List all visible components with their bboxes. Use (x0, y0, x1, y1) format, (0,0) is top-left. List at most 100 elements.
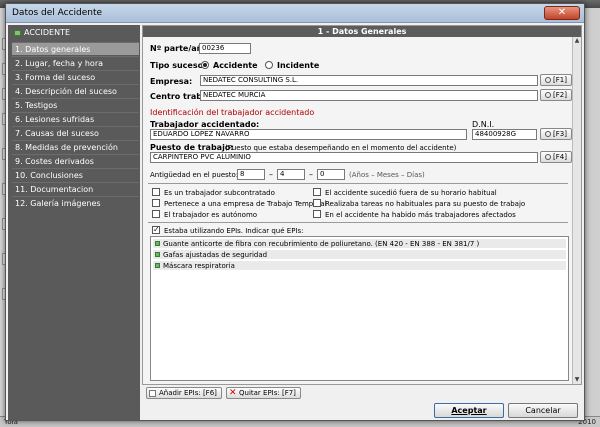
sidebar-item-descripcion-suceso[interactable]: 4. Descripción del suceso (12, 84, 139, 97)
check-autonomo-label: El trabajador es autónomo (164, 211, 258, 219)
separator (148, 183, 568, 184)
sidebar-item-forma-suceso[interactable]: 3. Forma del suceso (12, 70, 139, 83)
epi-bullet-icon (155, 241, 160, 246)
main-panel: 1 - Datos Generales ▲ ▼ Nº parte/año: 00… (142, 25, 582, 385)
centro-input[interactable]: NEDATEC MURCIA (200, 90, 538, 101)
sidebar: ACCIDENTE 1. Datos generales 2. Lugar, f… (8, 25, 140, 420)
search-icon (545, 92, 552, 98)
dialog-titlebar: Datos del Accidente ✕ (6, 4, 584, 23)
check-fuera-horario-label: El accidente sucedió fuera de su horario… (325, 189, 497, 197)
remove-epi-button[interactable]: ✕ Quitar EPIs: [F7] (226, 387, 301, 399)
tipo-suceso-label: Tipo suceso: (150, 61, 207, 70)
accept-label: Aceptar (451, 406, 487, 415)
sidebar-item-causas[interactable]: 7. Causas del suceso (12, 126, 139, 139)
antiguedad-days-input[interactable]: 0 (317, 169, 345, 180)
check-mas-afectados-label: En el accidente ha habido más trabajador… (325, 211, 516, 219)
list-item[interactable]: Guante anticorte de fibra con recubrimie… (153, 239, 566, 249)
radio-accidente-label: Accidente (213, 61, 258, 70)
epi-item-text: Máscara respiratoria (163, 262, 235, 270)
separator (148, 222, 568, 223)
cancel-button[interactable]: Cancelar (508, 403, 578, 418)
antiguedad-label: Antigüedad en el puesto: (150, 171, 239, 179)
antiguedad-hint: (Años – Meses – Días) (349, 171, 425, 179)
empresa-label: Empresa: (150, 77, 193, 86)
epi-item-text: Gafas ajustadas de seguridad (163, 251, 268, 259)
list-item[interactable]: Máscara respiratoria (153, 261, 566, 271)
epi-bullet-icon (155, 252, 160, 257)
check-mas-afectados[interactable] (313, 210, 321, 218)
add-epi-label: Añadir EPIs: [F6] (159, 389, 217, 397)
search-icon (545, 77, 552, 83)
epi-item-text: Guante anticorte de fibra con recubrimie… (163, 240, 480, 248)
section-title: 1 - Datos Generales (143, 26, 581, 37)
check-ett[interactable] (152, 199, 160, 207)
add-epi-button[interactable]: Añadir EPIs: [F6] (146, 387, 222, 399)
sidebar-item-lugar-fecha-hora[interactable]: 2. Lugar, fecha y hora (12, 56, 139, 69)
antiguedad-dash-1: – (269, 170, 273, 179)
puesto-search-label: [F4] (553, 153, 567, 161)
sidebar-item-conclusiones[interactable]: 10. Conclusiones (12, 168, 139, 181)
sidebar-item-lesiones[interactable]: 6. Lesiones sufridas (12, 112, 139, 125)
close-icon: ✕ (557, 7, 567, 18)
puesto-search-button[interactable]: [F4] (540, 151, 572, 163)
antiguedad-months-input[interactable]: 4 (277, 169, 305, 180)
radio-incidente-label: Incidente (277, 61, 320, 70)
centro-label: Centro trab: (150, 92, 206, 101)
sidebar-header: ACCIDENTE (12, 27, 139, 39)
antiguedad-years-input[interactable]: 8 (237, 169, 265, 180)
empresa-search-button[interactable]: [F1] (540, 74, 572, 86)
radio-accidente[interactable] (201, 61, 209, 69)
puesto-label: Puesto de trabajo: (150, 143, 234, 152)
sidebar-item-documentacion[interactable]: 11. Documentacion (12, 182, 139, 195)
check-ett-label: Pertenece a una empresa de Trabajo Tempo… (164, 200, 327, 208)
check-tareas-no-habituales-label: Realizaba tareas no habituales para su p… (325, 200, 526, 208)
antiguedad-dash-2: – (309, 170, 313, 179)
check-fuera-horario[interactable] (313, 188, 321, 196)
check-epis-label: Estaba utilizando EPIs. Indicar qué EPIs… (164, 227, 304, 235)
folder-icon (14, 30, 21, 36)
centro-search-button[interactable]: [F2] (540, 89, 572, 101)
check-tareas-no-habituales[interactable] (313, 199, 321, 207)
dialog-title: Datos del Accidente (12, 8, 103, 18)
accident-dialog: Datos del Accidente ✕ ACCIDENTE 1. Datos… (5, 3, 585, 421)
sidebar-item-costes[interactable]: 9. Costes derivados (12, 154, 139, 167)
trabajador-search-button[interactable]: [F3] (540, 128, 572, 140)
cancel-label: Cancelar (525, 406, 561, 415)
empresa-input[interactable]: NEDATEC CONSULTING S.L. (200, 75, 538, 86)
radio-incidente[interactable] (265, 61, 273, 69)
add-icon (149, 390, 156, 397)
dni-input[interactable]: 48400928G (472, 129, 537, 140)
close-button[interactable]: ✕ (544, 6, 580, 20)
search-icon (545, 154, 552, 160)
trabajador-search-label: [F3] (553, 130, 567, 138)
identificacion-heading: Identificación del trabajador accidentad… (150, 108, 315, 117)
check-autonomo[interactable] (152, 210, 160, 218)
delete-icon: ✕ (229, 388, 237, 398)
accept-button[interactable]: Aceptar (434, 403, 504, 418)
dni-label: D.N.I. (472, 120, 495, 129)
check-epis[interactable] (152, 225, 160, 234)
sidebar-header-label: ACCIDENTE (24, 28, 71, 37)
main-scrollbar[interactable]: ▲ ▼ (572, 37, 581, 384)
puesto-hint: (Puesto que estaba desempeñando en el mo… (225, 144, 457, 152)
sidebar-item-testigos[interactable]: 5. Testigos (12, 98, 139, 111)
puesto-input[interactable]: CARPINTERO PVC ALUMINIO (150, 152, 538, 163)
centro-search-label: [F2] (553, 91, 567, 99)
search-icon (545, 131, 552, 137)
sidebar-item-galeria[interactable]: 12. Galería imágenes (12, 196, 139, 209)
remove-epi-label: Quitar EPIs: [F7] (239, 389, 296, 397)
check-subcontratado[interactable] (152, 188, 160, 196)
check-subcontratado-label: Es un trabajador subcontratado (164, 189, 275, 197)
trabajador-input[interactable]: EDUARDO LOPEZ NAVARRO (150, 129, 467, 140)
epi-bullet-icon (155, 263, 160, 268)
parte-input[interactable]: 00236 (199, 43, 251, 54)
sidebar-item-datos-generales[interactable]: 1. Datos generales (12, 42, 139, 55)
list-item[interactable]: Gafas ajustadas de seguridad (153, 250, 566, 260)
scroll-down-icon[interactable]: ▼ (574, 377, 580, 383)
trabajador-label: Trabajador accidentado: (150, 120, 260, 129)
empresa-search-label: [F1] (553, 76, 567, 84)
background-app-scrollbar (584, 8, 600, 427)
sidebar-item-medidas[interactable]: 8. Medidas de prevención (12, 140, 139, 153)
epi-list[interactable]: Guante anticorte de fibra con recubrimie… (150, 236, 569, 381)
scroll-up-icon[interactable]: ▲ (574, 38, 580, 44)
